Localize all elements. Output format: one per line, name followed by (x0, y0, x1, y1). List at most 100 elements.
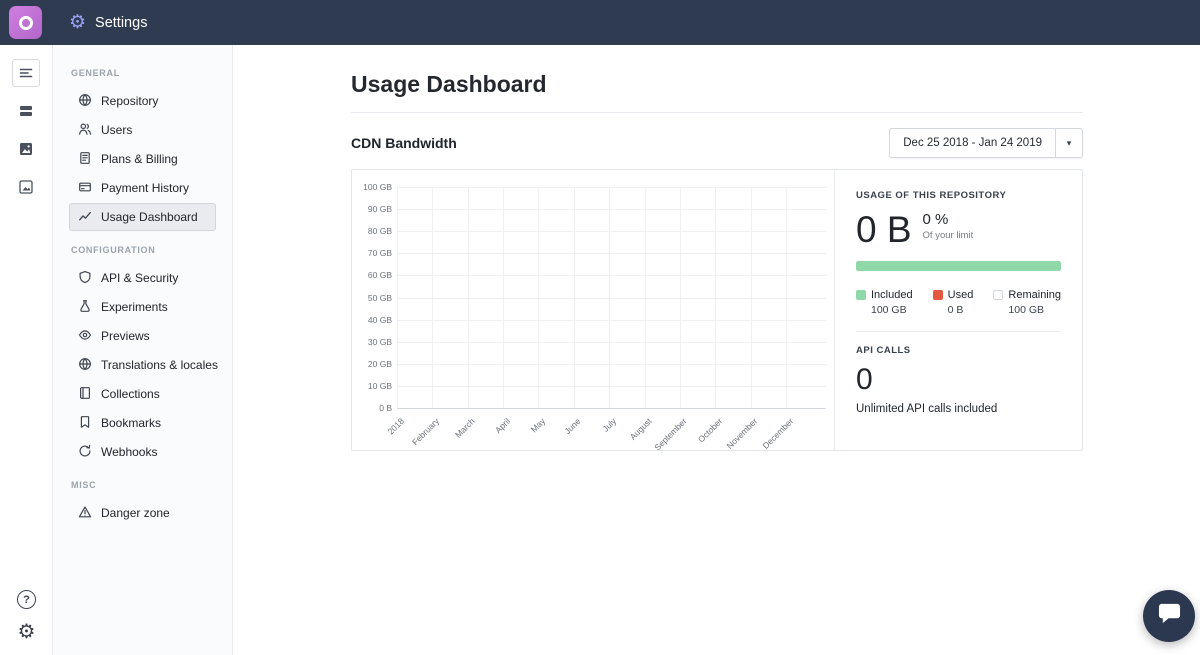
chart-gridline (432, 187, 434, 408)
x-axis-tick-label: September (652, 416, 689, 450)
framed-image-icon[interactable] (12, 173, 40, 201)
usage-legend: Included 100 GB Used 0 B Remaining 100 G… (856, 289, 1061, 316)
legend-value: 100 GB (871, 304, 907, 316)
book-icon (78, 386, 92, 403)
users-icon (78, 122, 92, 139)
chat-bubble-icon (1157, 602, 1182, 630)
content-lines-icon[interactable] (12, 59, 40, 87)
chat-launcher-button[interactable] (1143, 590, 1195, 642)
legend-item-remaining: Remaining 100 GB (993, 289, 1061, 316)
usage-percent-caption: Of your limit (922, 230, 974, 241)
legend-item-included: Included 100 GB (856, 289, 913, 316)
date-range-dropdown-button[interactable]: ▾ (1055, 129, 1082, 157)
eye-icon (78, 328, 92, 345)
sidebar-item-label: Payment History (101, 181, 190, 195)
cdn-bandwidth-chart: 0 B 10 GB 20 GB 30 GB 40 GB 50 GB 60 GB 70 GB 80… (352, 170, 834, 450)
x-axis-tick-label: May (529, 416, 548, 435)
sidebar-item-label: Translations & locales (101, 358, 218, 372)
chart-gridline (715, 187, 717, 408)
sidebar-item-usage-dashboard[interactable]: Usage Dashboard (69, 203, 216, 231)
sidebar-item-webhooks[interactable]: Webhooks (69, 438, 216, 466)
sidebar-item-label: Bookmarks (101, 416, 162, 430)
rows-icon[interactable] (12, 97, 40, 125)
api-calls-value: 0 (856, 363, 873, 396)
date-range-label[interactable]: Dec 25 2018 - Jan 24 2019 (890, 129, 1055, 157)
sidebar-item-bookmarks[interactable]: Bookmarks (69, 409, 216, 437)
help-icon[interactable]: ? (17, 590, 36, 609)
chart-gridline (397, 319, 826, 321)
y-axis-tick-label: 60 GB (367, 270, 392, 281)
sidebar-item-label: Users (101, 123, 133, 137)
cdn-bandwidth-heading: CDN Bandwidth (351, 135, 457, 151)
legend-swatch-remaining (993, 290, 1004, 300)
usage-progress-track (856, 261, 1061, 271)
warning-icon (78, 505, 92, 522)
chart-gridline (644, 187, 646, 408)
sidebar-item-label: Webhooks (101, 445, 158, 459)
gear-icon[interactable]: ⚙ (18, 622, 36, 642)
y-axis-tick-label: 80 GB (367, 226, 392, 237)
sidebar-section-misc: MISC (71, 480, 97, 490)
shield-icon (78, 270, 92, 287)
chart-gridline (397, 275, 826, 277)
flask-icon (78, 299, 92, 316)
chart-line-icon (78, 209, 92, 226)
sidebar-item-danger-zone[interactable]: Danger zone (69, 499, 216, 527)
legend-label: Included (871, 289, 913, 301)
invoice-icon (78, 151, 92, 168)
page-title: Usage Dashboard (351, 71, 547, 97)
sidebar-section-configuration: CONFIGURATION (71, 245, 156, 255)
sidebar-item-collections[interactable]: Collections (69, 380, 216, 408)
panel-divider (856, 331, 1061, 332)
sidebar-item-label: Usage Dashboard (101, 210, 198, 224)
y-axis-tick-label: 20 GB (367, 358, 392, 369)
topbar: ⚙ Settings (0, 0, 1200, 45)
usage-progress-bar (856, 261, 1061, 271)
sidebar-item-users[interactable]: Users (69, 116, 216, 144)
x-axis-tick-label: February (410, 416, 442, 448)
sidebar-item-experiments[interactable]: Experiments (69, 293, 216, 321)
date-range-control[interactable]: Dec 25 2018 - Jan 24 2019 ▾ (889, 128, 1083, 158)
x-axis-tick-label: March (453, 416, 477, 440)
settings-sidebar: GENERAL Repository Users Plans & Billing… (53, 45, 233, 655)
chart-gridline (397, 408, 826, 409)
logo-ring-icon (18, 15, 33, 30)
y-axis-tick-label: 30 GB (367, 336, 392, 347)
y-axis-tick-label: 10 GB (367, 380, 392, 391)
y-axis-tick-label: 90 GB (367, 204, 392, 215)
x-axis-tick-label: 2018 (385, 416, 407, 437)
sidebar-item-label: Plans & Billing (101, 152, 178, 166)
legend-label: Remaining (1008, 289, 1061, 301)
sidebar-item-label: API & Security (101, 271, 179, 285)
usage-panel-heading: USAGE OF THIS REPOSITORY (856, 190, 1007, 201)
chart-gridline (503, 187, 505, 408)
x-axis-tick-label: June (562, 416, 583, 437)
legend-value: 100 GB (1008, 304, 1045, 316)
usage-panel: USAGE OF THIS REPOSITORY 0 B 0 % Of your… (834, 170, 1082, 450)
chart-gridline (538, 187, 540, 408)
sidebar-item-label: Repository (101, 94, 159, 108)
x-axis-tick-label: August (627, 416, 654, 442)
sidebar-item-label: Previews (101, 329, 150, 343)
globe-icon (78, 357, 92, 374)
sidebar-item-api-security[interactable]: API & Security (69, 264, 216, 292)
title-divider (351, 112, 1083, 113)
y-axis-tick-label: 100 GB (363, 182, 392, 192)
sidebar-item-payment-history[interactable]: Payment History (69, 174, 216, 202)
chart-gridline (679, 187, 681, 408)
chart-gridline (609, 187, 611, 408)
app-logo[interactable] (9, 6, 42, 39)
chart-gridline (467, 187, 469, 408)
sidebar-item-plans-billing[interactable]: Plans & Billing (69, 145, 216, 173)
globe-icon (78, 93, 92, 110)
chart-gridline (397, 209, 826, 211)
chart-gridline (573, 187, 575, 408)
sidebar-item-repository[interactable]: Repository (69, 87, 216, 115)
sidebar-item-translations-locales[interactable]: Translations & locales (69, 351, 218, 379)
media-image-icon[interactable] (12, 135, 40, 163)
sidebar-section-general: GENERAL (71, 68, 120, 78)
chevron-down-icon: ▾ (1066, 137, 1072, 148)
chart-gridline (397, 385, 826, 387)
rail-bottom: ? ⚙ (0, 590, 53, 642)
sidebar-item-previews[interactable]: Previews (69, 322, 216, 350)
